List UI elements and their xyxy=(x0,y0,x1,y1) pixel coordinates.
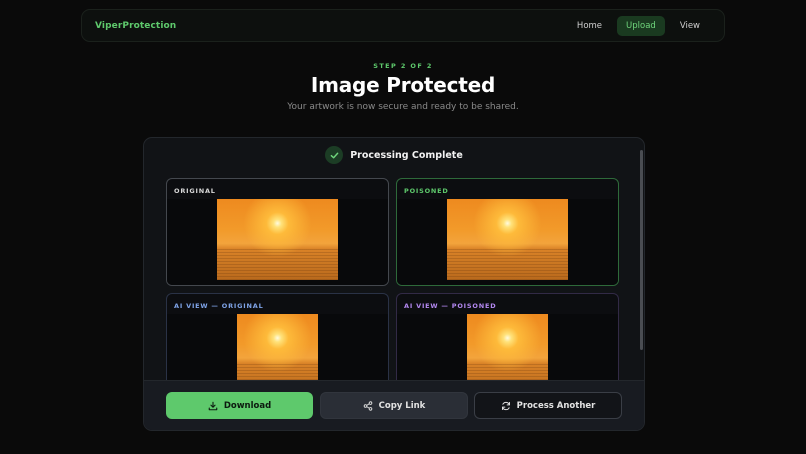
poisoned-image-panel: POISONED xyxy=(396,178,619,286)
nav-link-view[interactable]: View xyxy=(671,16,709,36)
nav-links: Home Upload View xyxy=(568,15,709,36)
nav-link-upload[interactable]: Upload xyxy=(617,15,665,36)
nav-link-home[interactable]: Home xyxy=(568,16,611,36)
brand-logo[interactable]: ViperProtection xyxy=(95,21,176,31)
share-icon xyxy=(363,400,373,411)
poisoned-label: POISONED xyxy=(404,187,449,195)
original-image-panel: ORIGINAL xyxy=(166,178,389,286)
process-another-button[interactable]: Process Another xyxy=(474,392,622,419)
download-icon xyxy=(208,401,218,411)
ai-view-poisoned-panel: AI VIEW — POISONED xyxy=(396,293,619,393)
check-icon xyxy=(325,146,344,164)
page-subtitle: Your artwork is now secure and ready to … xyxy=(287,102,519,112)
download-label: Download xyxy=(223,400,272,411)
copy-link-label: Copy Link xyxy=(378,400,426,411)
poisoned-image xyxy=(447,199,568,280)
step-indicator: STEP 2 OF 2 xyxy=(373,62,433,70)
action-bar: Download Copy Link Process Another xyxy=(144,380,644,430)
page-title: Image Protected xyxy=(310,73,496,97)
process-another-label: Process Another xyxy=(516,400,596,411)
top-nav: ViperProtection Home Upload View xyxy=(81,9,725,42)
original-label: ORIGINAL xyxy=(174,187,216,195)
scrollbar[interactable] xyxy=(640,150,643,350)
processing-status-text: Processing Complete xyxy=(350,149,463,161)
download-button[interactable]: Download xyxy=(166,392,313,419)
refresh-icon xyxy=(501,401,511,411)
result-card: Processing Complete ORIGINAL POISONED AI… xyxy=(143,137,645,431)
copy-link-button[interactable]: Copy Link xyxy=(320,392,468,419)
ai-view-original-panel: AI VIEW — ORIGINAL xyxy=(166,293,389,393)
ai-view-poisoned-label: AI VIEW — POISONED xyxy=(404,302,497,310)
original-image xyxy=(217,199,338,280)
processing-status: Processing Complete xyxy=(144,146,644,164)
ai-view-original-label: AI VIEW — ORIGINAL xyxy=(174,302,264,310)
